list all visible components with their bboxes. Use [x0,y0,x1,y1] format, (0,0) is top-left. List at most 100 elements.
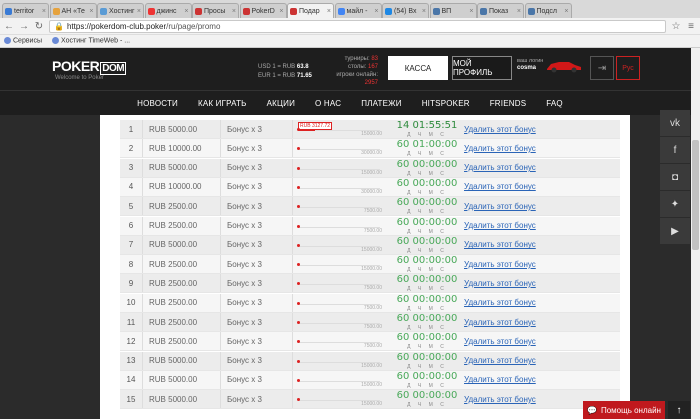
browser-tab[interactable]: Хостинг × [97,3,144,18]
tab-close-icon[interactable]: × [89,8,93,15]
tab-close-icon[interactable]: × [279,8,283,15]
star-icon[interactable]: ☆ [671,21,681,32]
cash-button[interactable]: КАССА [388,56,448,80]
facebook-icon[interactable]: f [660,137,690,163]
social-sidebar: vk f ◘ ✦ ▶ [660,110,690,245]
tab-favicon-icon [5,7,12,15]
scroll-up-button[interactable]: ↑ [668,401,690,419]
browser-tab[interactable]: (54) Вх × [382,3,429,18]
delete-bonus-link[interactable]: Удалить этот бонус [462,240,536,249]
browser-tab[interactable]: ВП × [429,3,477,18]
site-stats: турниры: 83 столы: 167 игроки онлайн: 29… [336,56,378,86]
row-number: 10 [126,298,136,308]
vk-icon[interactable]: vk [660,110,690,136]
tab-close-icon[interactable]: × [517,8,521,15]
delete-bonus-link[interactable]: Удалить этот бонус [462,163,536,172]
forward-icon[interactable]: → [19,21,29,32]
nav-item[interactable]: КАК ИГРАТЬ [188,99,257,108]
nav-item[interactable]: АКЦИИ [257,99,305,108]
bookmark-timeweb[interactable]: Хостинг TimeWeb - ... [52,37,130,45]
delete-bonus-link[interactable]: Удалить этот бонус [462,125,536,134]
nav-item[interactable]: FRIENDS [480,99,537,108]
table-row: 1 RUB 5000.00 Бонус х 3 RUB 3127.72 15000.00… [120,120,620,139]
bookmark-services[interactable]: Сервисы [4,37,42,45]
browser-tab[interactable]: AH «Те × [49,3,97,18]
url-path: /ru/page/promo [166,21,221,31]
tab-close-icon[interactable]: × [469,8,473,15]
language-button[interactable]: Рус [616,56,640,80]
tab-favicon-icon [480,7,487,15]
nav-item[interactable]: ПЛАТЕЖИ [351,99,411,108]
bonus-amount: RUB 5000.00 [142,158,220,177]
wager-progress: 15000.00 [292,255,392,274]
instagram-icon[interactable]: ◘ [660,164,690,190]
browser-tab[interactable]: Просы × [192,3,239,18]
delete-bonus-link[interactable]: Удалить этот бонус [462,375,536,384]
delete-bonus-link[interactable]: Удалить этот бонус [462,395,536,404]
twitter-icon[interactable]: ✦ [660,191,690,217]
back-icon[interactable]: ← [4,21,14,32]
youtube-icon[interactable]: ▶ [660,218,690,244]
url-input[interactable]: 🔒 https://pokerdom-club.poker /ru/page/p… [49,19,666,33]
delete-bonus-link[interactable]: Удалить этот бонус [462,202,536,211]
tab-close-icon[interactable]: × [422,8,426,15]
row-number: 12 [126,336,136,346]
browser-tab[interactable]: PokerD × [239,3,287,18]
nav-item[interactable]: НОВОСТИ [127,99,188,108]
help-online-button[interactable]: 💬 Помощь онлайн [583,401,665,419]
progress-max: 15000.00 [361,169,382,176]
delete-bonus-link[interactable]: Удалить этот бонус [462,144,536,153]
delete-bonus-link[interactable]: Удалить этот бонус [462,182,536,191]
logo[interactable]: POKER DOM [52,58,127,75]
bonus-amount: RUB 10000.00 [142,177,220,196]
browser-tab[interactable]: майл - × [334,3,382,18]
bonus-multiplier: Бонус х 3 [220,216,292,235]
tab-close-icon[interactable]: × [564,8,568,15]
tab-close-icon[interactable]: × [327,8,331,15]
tab-favicon-icon [100,7,107,15]
scrollbar-thumb[interactable] [692,140,699,250]
timer-units: Д Ч М С [407,305,447,312]
bonus-multiplier: Бонус х 3 [220,235,292,254]
progress-max: 7500.00 [363,285,382,292]
timer-units: Д Ч М С [407,151,447,158]
tab-label: Хостинг [109,7,135,15]
profile-button[interactable]: МОЙ ПРОФИЛЬ [452,56,512,80]
delete-bonus-link[interactable]: Удалить этот бонус [462,356,536,365]
wager-progress: 15000.00 [292,235,392,254]
bonus-amount: RUB 2500.00 [142,216,220,235]
delete-bonus-link[interactable]: Удалить этот бонус [462,318,536,327]
reload-icon[interactable]: ↻ [34,21,44,32]
browser-tab[interactable]: Подсл × [524,3,572,18]
logout-icon[interactable]: ⇥ [590,56,614,80]
nav-item[interactable]: HITSPOKER [412,99,480,108]
tab-close-icon[interactable]: × [42,8,46,15]
menu-icon[interactable]: ≡ [686,21,696,32]
delete-bonus-link[interactable]: Удалить этот бонус [462,337,536,346]
bonus-multiplier: Бонус х 3 [220,139,292,158]
nav-item[interactable]: О НАС [305,99,351,108]
delete-bonus-link[interactable]: Удалить этот бонус [462,298,536,307]
delete-bonus-link[interactable]: Удалить этот бонус [462,279,536,288]
tab-close-icon[interactable]: × [184,8,188,15]
delete-bonus-link[interactable]: Удалить этот бонус [462,221,536,230]
tab-label: Подар [299,7,320,15]
tab-close-icon[interactable]: × [137,8,141,15]
table-row: 2 RUB 10000.00 Бонус х 3 30000.00 60 01:00:0… [120,139,620,159]
countdown-timer: 60 00:00:00 Д Ч М С [392,159,462,177]
progress-marker [297,359,300,363]
browser-tab[interactable]: джинс × [144,3,192,18]
delete-bonus-link[interactable]: Удалить этот бонус [462,260,536,269]
countdown-timer: 60 00:00:00 Д Ч М С [392,313,462,331]
tab-close-icon[interactable]: × [374,8,378,15]
browser-tab[interactable]: territor × [2,3,49,18]
browser-tab[interactable]: Подар × [287,3,334,18]
nav-item[interactable]: FAQ [536,99,573,108]
row-number: 9 [128,278,134,288]
bonus-multiplier: Бонус х 3 [220,370,292,389]
tab-close-icon[interactable]: × [232,8,236,15]
timer-value: 60 00:00:00 [396,332,458,344]
timer-units: Д Ч М С [407,247,447,254]
browser-tab[interactable]: Показ × [477,3,524,18]
username: cosma [517,65,537,71]
